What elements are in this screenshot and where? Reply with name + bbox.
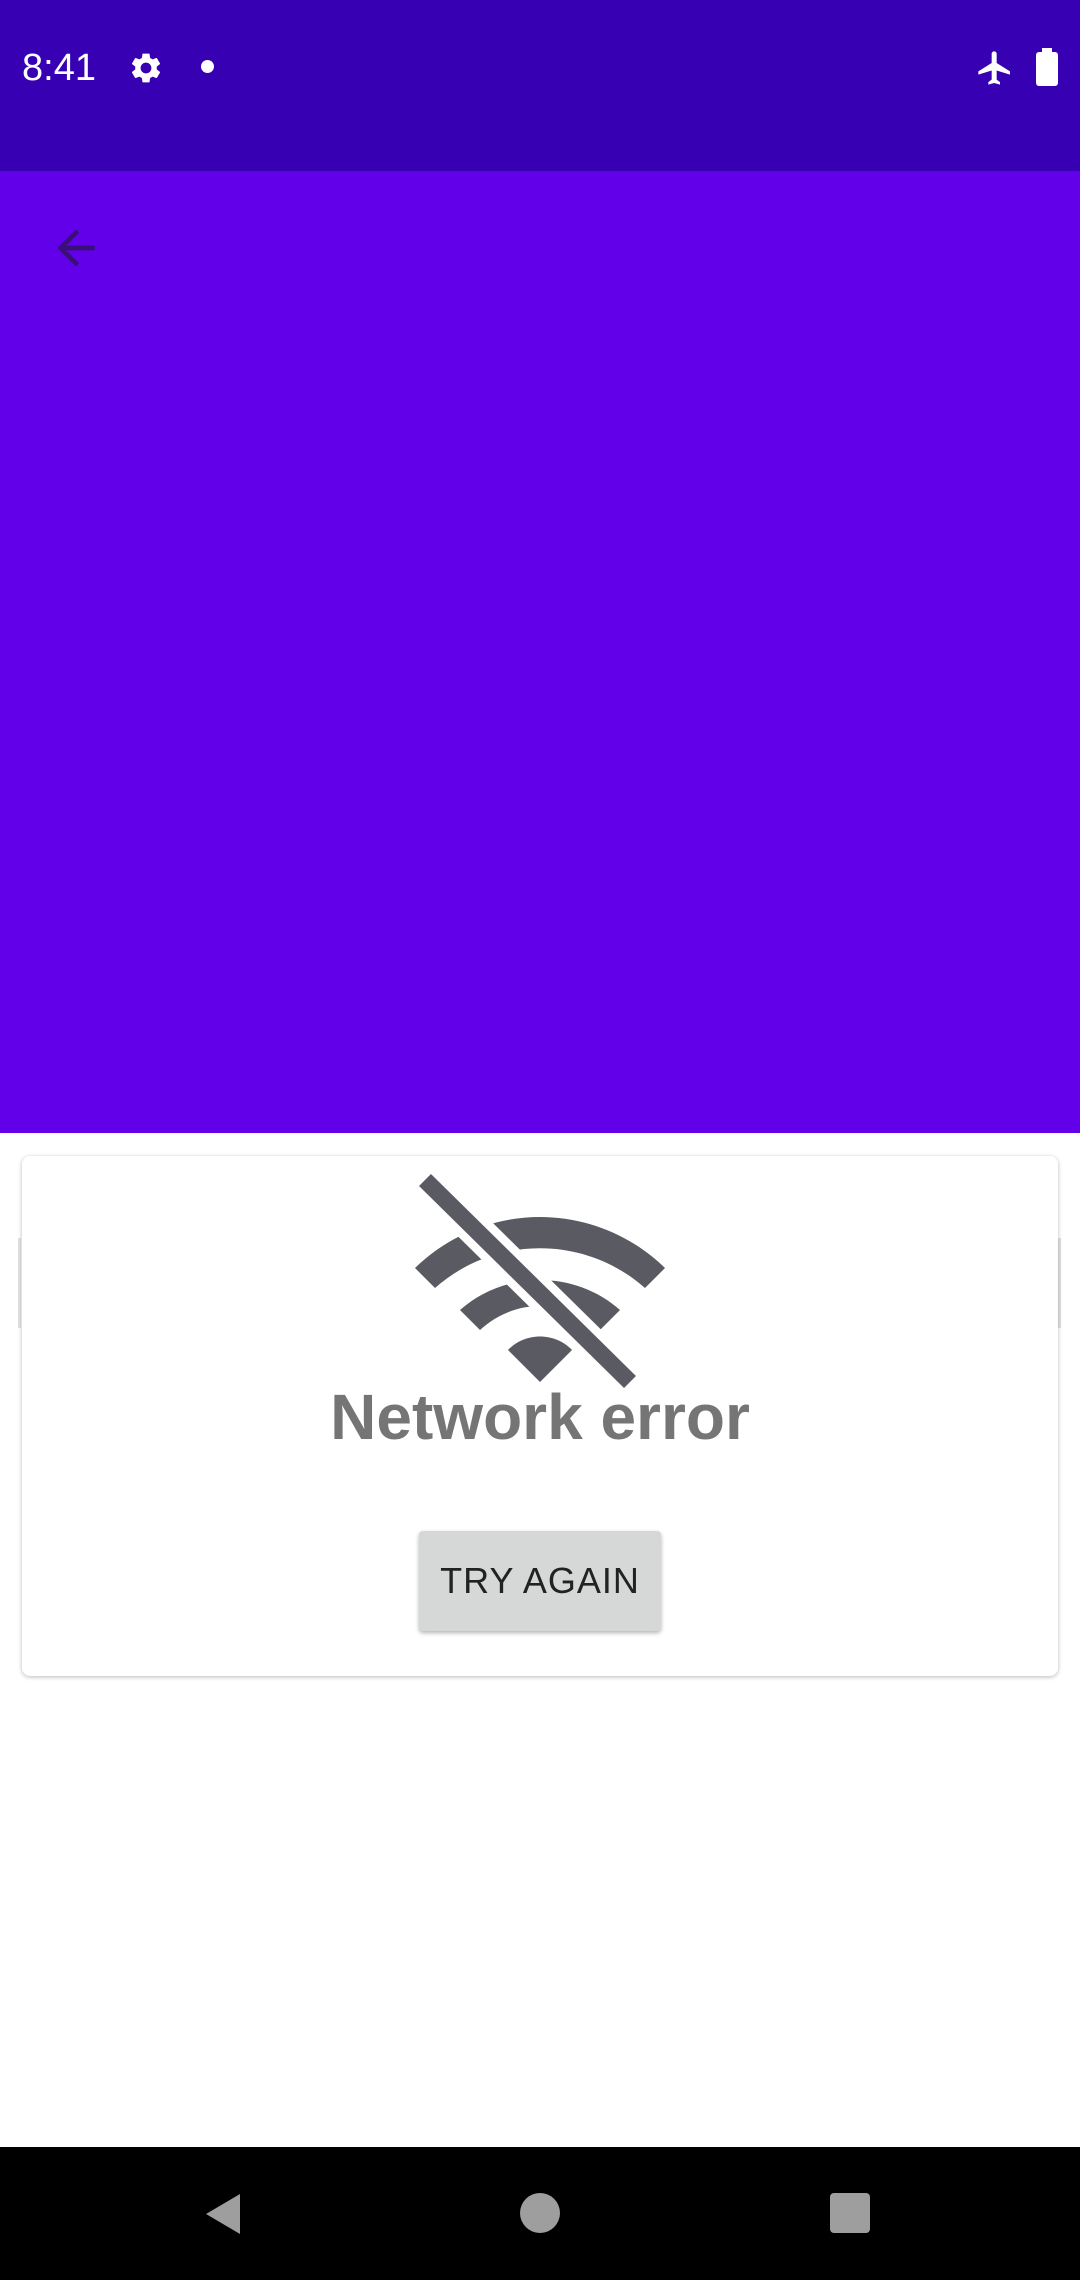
try-again-button[interactable]: TRY AGAIN <box>419 1531 661 1631</box>
wifi-off-icon <box>413 1170 665 1390</box>
nav-back-icon[interactable] <box>200 2190 248 2238</box>
status-time: 8:41 <box>22 47 96 89</box>
gear-icon <box>131 53 161 83</box>
arrow-back-icon <box>57 229 95 267</box>
notification-dot-icon <box>201 60 214 73</box>
back-button[interactable] <box>36 208 116 288</box>
app-bar <box>0 171 1080 1133</box>
nav-home-icon[interactable] <box>520 2193 560 2233</box>
card-edge-right <box>1058 1238 1061 1328</box>
battery-icon <box>1036 48 1058 86</box>
status-bar: 8:41 <box>0 0 1080 171</box>
error-title: Network error <box>330 1381 750 1453</box>
nav-recents-icon[interactable] <box>830 2193 870 2233</box>
card-edge-left <box>18 1238 21 1328</box>
airplane-mode-icon <box>978 51 1010 85</box>
